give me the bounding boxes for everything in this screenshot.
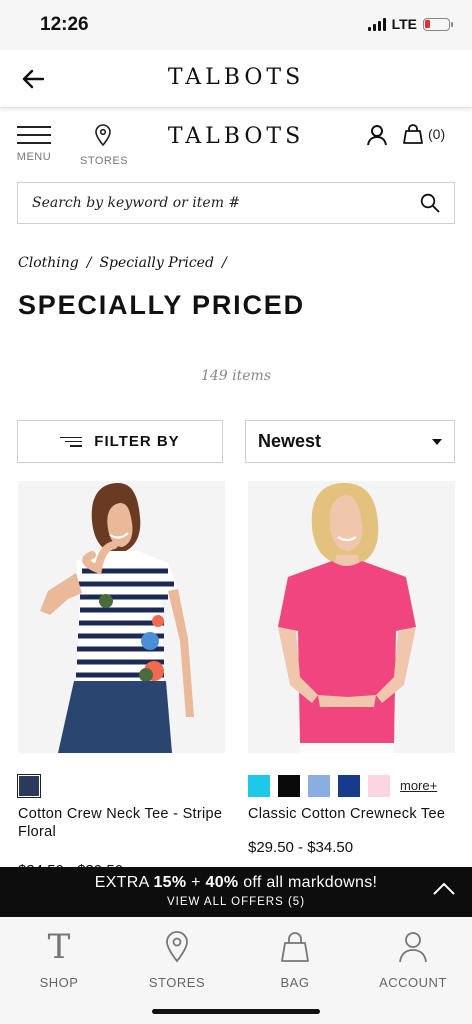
color-swatches: more+ [248, 774, 455, 797]
product-name[interactable]: Cotton Crew Neck Tee - Stripe Floral [18, 805, 225, 841]
sort-select[interactable]: Newest [245, 420, 455, 463]
breadcrumb-separator: / [86, 255, 92, 271]
more-colors-link[interactable]: more+ [400, 778, 437, 793]
top-nav-logo: TALBOTS [167, 65, 305, 90]
person-icon [399, 932, 427, 963]
status-bar: 12:26 LTE [0, 0, 472, 50]
promo-headline: EXTRA 15% + 40% off all markdowns! [94, 874, 378, 891]
product-image[interactable] [18, 481, 225, 753]
search-icon[interactable] [420, 193, 440, 213]
bag-icon [281, 932, 309, 962]
network-label: LTE [391, 16, 417, 32]
product-card[interactable]: Cotton Crew Neck Tee - Stripe Floral $34… [17, 481, 225, 879]
breadcrumb-link-specially-priced[interactable]: Specially Priced [99, 255, 214, 271]
status-indicators: LTE [367, 16, 453, 32]
filter-label: FILTER BY [94, 433, 180, 450]
view-all-offers-link[interactable]: VIEW ALL OFFERS (5) [0, 896, 472, 908]
color-swatches [17, 773, 225, 798]
product-name[interactable]: Classic Cotton Crewneck Tee [248, 805, 455, 823]
filter-icon [60, 436, 83, 447]
product-price: $29.50 - $34.50 [248, 839, 354, 856]
cart-button[interactable]: (0) [402, 123, 445, 145]
bottom-nav-shop[interactable]: T SHOP [0, 917, 118, 1024]
menu-label: MENU [16, 151, 52, 163]
item-count: 149 items [200, 368, 272, 384]
color-swatch[interactable] [278, 774, 300, 797]
cart-count: (0) [428, 126, 446, 142]
bottom-nav-account[interactable]: ACCOUNT [354, 917, 472, 1024]
product-card[interactable]: more+ Classic Cotton Crewneck Tee $29.50… [248, 481, 455, 856]
bottom-nav: T SHOP STORES BAG ACCOUNT [0, 917, 472, 1024]
site-header: MENU STORES TALBOTS (0) [0, 112, 472, 172]
status-time: 12:26 [40, 14, 89, 35]
caret-down-icon [432, 438, 442, 445]
stores-label: STORES [80, 155, 129, 167]
bottom-nav-label: ACCOUNT [379, 975, 447, 990]
breadcrumb: Clothing / Specially Priced / [18, 255, 227, 271]
search-input[interactable] [32, 195, 420, 211]
breadcrumb-link-clothing[interactable]: Clothing [18, 255, 79, 271]
top-nav: TALBOTS [0, 50, 472, 108]
bag-icon [403, 124, 423, 144]
battery-icon [423, 17, 453, 31]
stores-button[interactable]: STORES [80, 124, 129, 167]
promo-banner[interactable]: EXTRA 15% + 40% off all markdowns! VIEW … [0, 867, 472, 917]
account-button[interactable] [366, 124, 388, 151]
page-title: SPECIALLY PRICED [18, 290, 305, 320]
chevron-up-icon[interactable] [432, 882, 456, 896]
bottom-nav-stores[interactable]: STORES [118, 917, 236, 1024]
menu-button[interactable]: MENU [16, 126, 52, 163]
bottom-nav-label: STORES [148, 975, 206, 990]
home-indicator [152, 1009, 320, 1014]
sort-selected-value: Newest [258, 431, 322, 451]
color-swatch[interactable] [17, 773, 41, 798]
color-swatch[interactable] [368, 774, 390, 797]
location-pin-icon [95, 124, 111, 147]
product-image[interactable] [248, 481, 455, 753]
bottom-nav-bag[interactable]: BAG [236, 917, 354, 1024]
color-swatch[interactable] [338, 774, 360, 797]
color-swatch[interactable] [248, 774, 270, 797]
bottom-nav-label: SHOP [39, 975, 79, 990]
bottom-nav-label: BAG [280, 975, 310, 990]
hamburger-icon [17, 126, 51, 144]
signal-icon [367, 17, 386, 31]
color-swatch[interactable] [308, 774, 330, 797]
filter-button[interactable]: FILTER BY [17, 420, 223, 463]
search-box [17, 182, 455, 224]
person-icon [367, 125, 387, 146]
talbots-t-icon: T [47, 927, 71, 967]
location-pin-icon [166, 931, 188, 963]
breadcrumb-separator: / [221, 255, 227, 271]
